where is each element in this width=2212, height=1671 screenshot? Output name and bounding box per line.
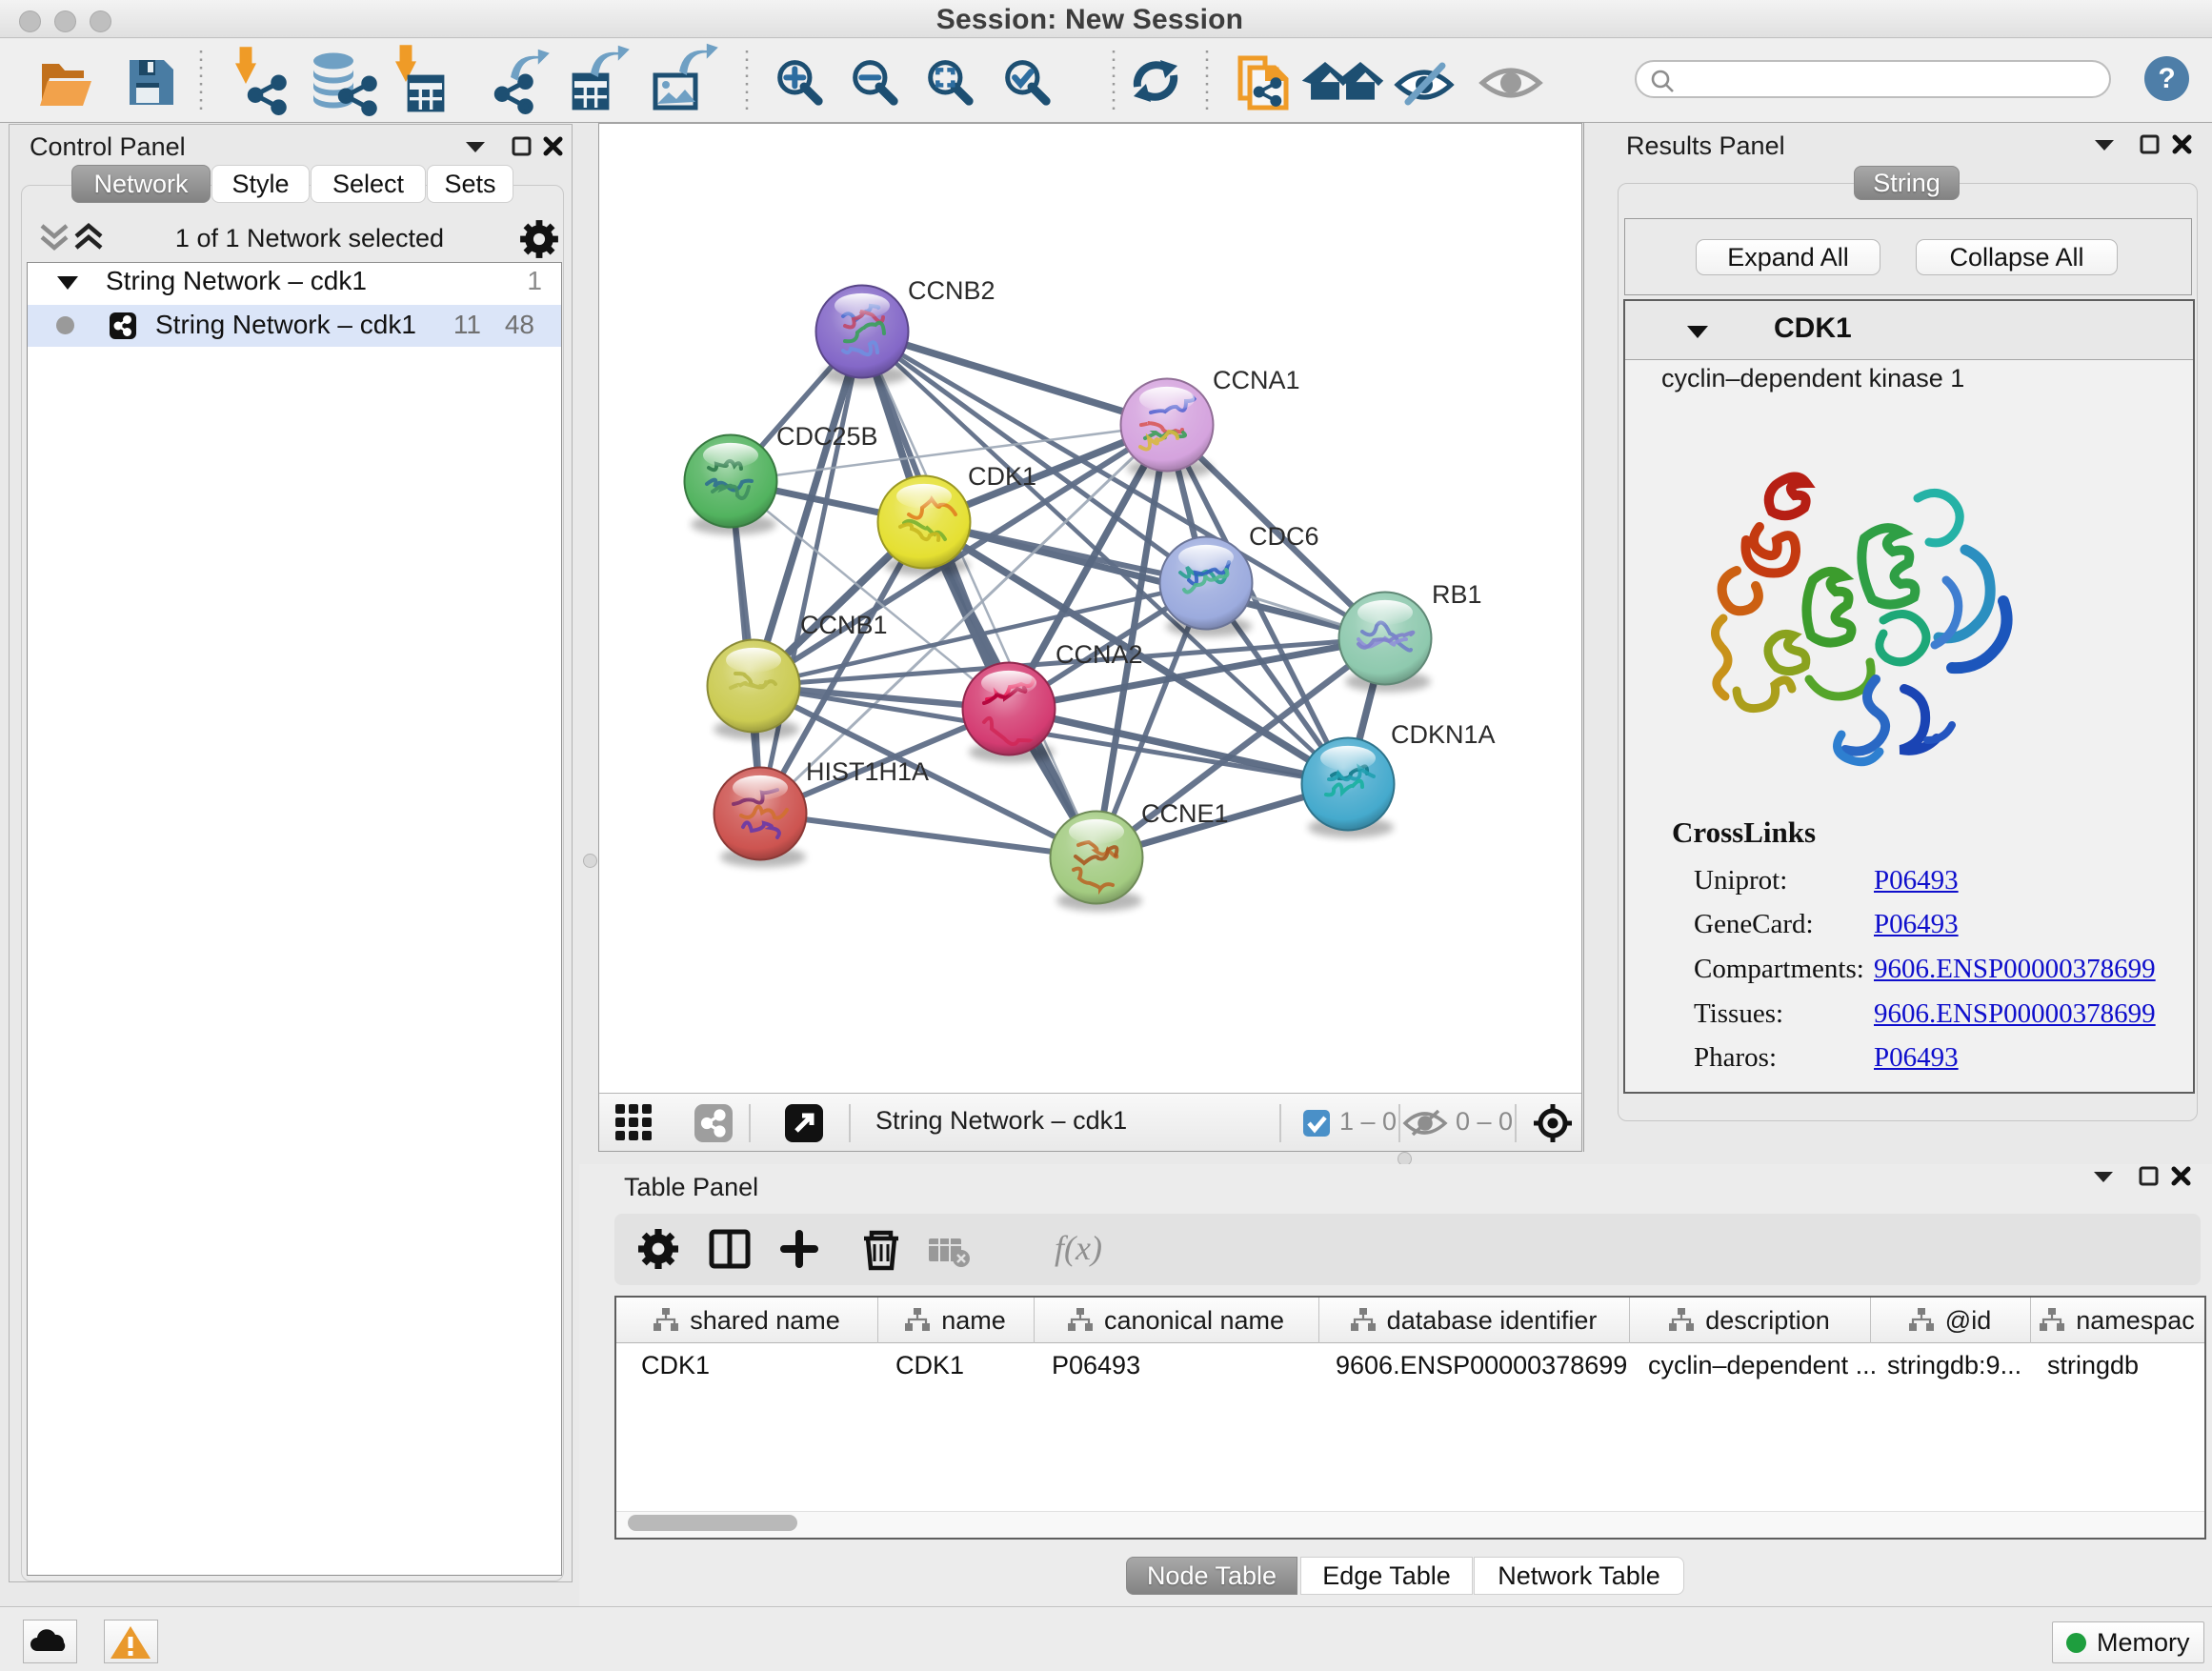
- svg-text:HIST1H1A: HIST1H1A: [806, 757, 929, 786]
- svg-text:CCNE1: CCNE1: [1141, 799, 1229, 828]
- svg-text:f(x): f(x): [1055, 1229, 1102, 1267]
- svg-text:RB1: RB1: [1432, 580, 1482, 609]
- svg-text:CCNB2: CCNB2: [908, 276, 995, 305]
- svg-text:CDKN1A: CDKN1A: [1391, 720, 1496, 749]
- svg-text:CDK1: CDK1: [968, 462, 1036, 491]
- svg-text:CDC25B: CDC25B: [776, 422, 878, 451]
- svg-text:CCNA1: CCNA1: [1213, 366, 1300, 394]
- svg-text:CCNA2: CCNA2: [1056, 640, 1143, 669]
- svg-text:CCNB1: CCNB1: [800, 611, 888, 639]
- svg-text:CDC6: CDC6: [1249, 522, 1319, 551]
